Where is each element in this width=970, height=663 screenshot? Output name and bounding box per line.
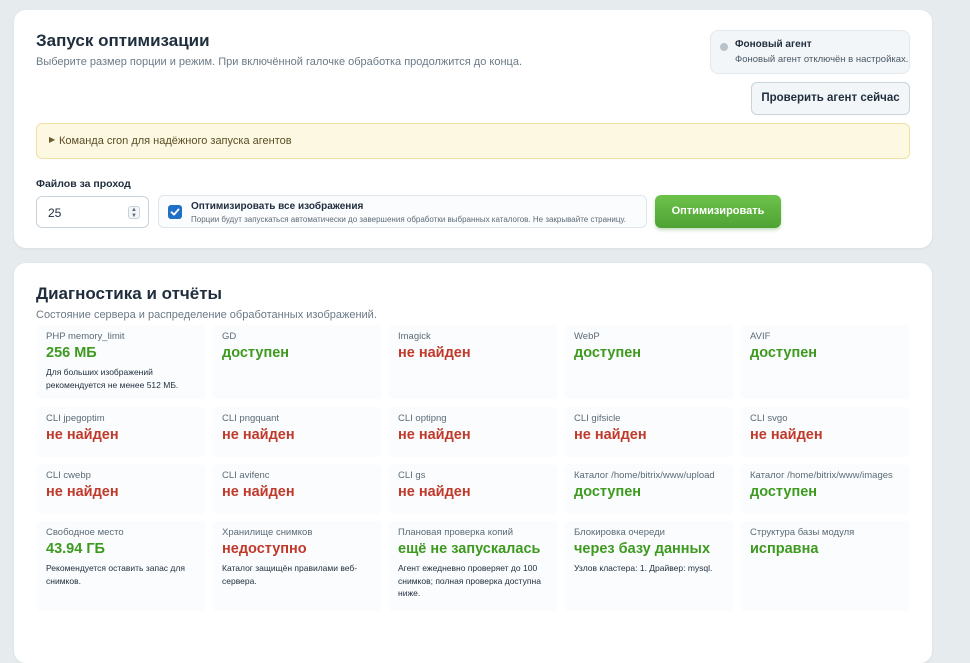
diagnostic-tile: Блокировка очереди через базу данных Узлов… — [564, 521, 734, 611]
number-spinner[interactable]: ▲ ▼ — [128, 206, 140, 219]
diagnostic-value: не найден — [398, 345, 471, 361]
diagnostic-tile: Плановая проверка копий ещё не запускалас… — [388, 521, 558, 611]
diagnostic-tile: PHP memory_limit 256 МБ Для больших изобра… — [36, 325, 206, 399]
diagnostic-value: не найден — [222, 427, 295, 443]
optimize-all-checkbox[interactable] — [168, 205, 182, 219]
diagnostic-tile: CLI avifenc не найден — [212, 464, 382, 514]
optimization-title: Запуск оптимизации — [36, 31, 210, 50]
disclosure-triangle-icon: ▶ — [49, 135, 56, 144]
diagnostics-panel: Диагностика и отчёты Состояние сервера и… — [14, 263, 932, 663]
diagnostic-tile: Свободное место 43.94 ГБ Рекомендуется ост… — [36, 521, 206, 611]
diagnostic-tile: CLI jpegoptim не найден — [36, 407, 206, 457]
diagnostics-title: Диагностика и отчёты — [36, 284, 223, 303]
diagnostic-note: Для больших изображений рекомендуется не… — [46, 367, 179, 390]
diagnostic-note: Агент ежедневно проверяет до 100 снимков… — [398, 563, 541, 598]
diagnostic-tile: CLI gs не найден — [388, 464, 558, 514]
diagnostic-label: WebP — [574, 331, 600, 342]
diagnostic-value: через базу данных — [574, 541, 711, 557]
diagnostic-value: 43.94 ГБ — [46, 541, 105, 557]
diagnostic-value: доступен — [574, 484, 642, 500]
diagnostic-tile: CLI gifsicle не найден — [564, 407, 734, 457]
optimization-panel: Запуск оптимизации Выберите размер порци… — [14, 10, 932, 248]
diagnostic-tile: Каталог /home/bitrix/www/images доступен — [740, 464, 910, 514]
diagnostic-tile: Структура базы модуля исправна — [740, 521, 910, 611]
diagnostic-value: не найден — [222, 484, 295, 500]
agent-status-title: Фоновый агент — [735, 39, 812, 50]
diagnostic-value: не найден — [398, 427, 471, 443]
diagnostic-value: 256 МБ — [46, 345, 97, 361]
cron-command-disclosure[interactable]: ▶ Команда cron для надёжного запуска аге… — [36, 123, 910, 159]
diagnostic-label: CLI gifsicle — [574, 413, 621, 424]
files-per-pass-input[interactable]: 25 ▲ ▼ — [36, 196, 149, 228]
diagnostic-label: Каталог /home/bitrix/www/upload — [574, 470, 715, 481]
diagnostics-subtitle: Состояние сервера и распределение обрабо… — [36, 309, 377, 321]
diagnostic-value: доступен — [750, 345, 818, 361]
diagnostic-tile: WebP доступен — [564, 325, 734, 399]
diagnostic-label: GD — [222, 331, 237, 342]
diagnostic-value: не найден — [574, 427, 647, 443]
diagnostic-tile: GD доступен — [212, 325, 382, 399]
diagnostic-value: не найден — [750, 427, 823, 443]
check-agent-button[interactable]: Проверить агент сейчас — [751, 82, 910, 115]
diagnostic-label: PHP memory_limit — [46, 331, 125, 342]
diagnostic-note: Узлов кластера: 1. Драйвер: mysql. — [574, 563, 713, 573]
diagnostic-tile: Imagick не найден — [388, 325, 558, 399]
diagnostic-label: Блокировка очереди — [574, 527, 665, 538]
files-per-pass-value: 25 — [48, 206, 62, 220]
diagnostic-value: не найден — [46, 427, 119, 443]
diagnostic-value: не найден — [46, 484, 119, 500]
optimization-subtitle: Выберите размер порции и режим. При вклю… — [36, 56, 523, 68]
optimize-all-description: Порции будут запускаться автоматически д… — [191, 215, 626, 224]
diagnostic-value: ещё не запускалась — [398, 541, 541, 557]
diagnostic-value: исправна — [750, 541, 819, 557]
agent-status-text: Фоновый агент отключён в настройках. — [735, 54, 909, 65]
diagnostic-value: доступен — [750, 484, 818, 500]
optimize-all-option[interactable]: Оптимизировать все изображения Порции бу… — [158, 195, 647, 228]
agent-status-dot-icon — [720, 43, 728, 51]
diagnostic-tile: CLI svgo не найден — [740, 407, 910, 457]
diagnostic-label: CLI gs — [398, 470, 426, 481]
diagnostic-label: AVIF — [750, 331, 771, 342]
diagnostic-label: Плановая проверка копий — [398, 527, 514, 538]
diagnostic-label: CLI pngquant — [222, 413, 280, 424]
diagnostic-note: Каталог защищён правилами веб-сервера. — [222, 563, 358, 586]
cron-command-label: Команда cron для надёжного запуска агент… — [59, 135, 292, 147]
diagnostic-label: Imagick — [398, 331, 431, 342]
diagnostic-label: Свободное место — [46, 527, 124, 538]
diagnostic-label: Каталог /home/bitrix/www/images — [750, 470, 893, 481]
spinner-down-icon[interactable]: ▼ — [131, 213, 137, 219]
diagnostic-label: Структура базы модуля — [750, 527, 855, 538]
optimize-button[interactable]: Оптимизировать — [655, 195, 781, 228]
diagnostic-tile: Каталог /home/bitrix/www/upload доступен — [564, 464, 734, 514]
diagnostic-tile: Хранилище снимков недоступно Каталог защищ… — [212, 521, 382, 611]
diagnostic-label: Хранилище снимков — [222, 527, 313, 538]
agent-status-box: Фоновый агент Фоновый агент отключён в н… — [710, 30, 910, 74]
diagnostic-value: не найден — [398, 484, 471, 500]
diagnostic-label: CLI optipng — [398, 413, 447, 424]
diagnostic-tile: CLI pngquant не найден — [212, 407, 382, 457]
optimize-all-title: Оптимизировать все изображения — [191, 201, 364, 212]
diagnostic-label: CLI avifenc — [222, 470, 270, 481]
diagnostic-label: CLI svgo — [750, 413, 788, 424]
diagnostic-tile: CLI optipng не найден — [388, 407, 558, 457]
checkmark-icon — [170, 208, 180, 216]
diagnostic-label: CLI cwebp — [46, 470, 91, 481]
diagnostic-label: CLI jpegoptim — [46, 413, 105, 424]
diagnostic-value: недоступно — [222, 541, 307, 557]
diagnostic-note: Рекомендуется оставить запас для снимков… — [46, 563, 185, 586]
files-per-pass-label: Файлов за проход — [36, 178, 131, 190]
diagnostic-value: доступен — [574, 345, 642, 361]
diagnostic-value: доступен — [222, 345, 290, 361]
diagnostic-tile: AVIF доступен — [740, 325, 910, 399]
diagnostic-tile: CLI cwebp не найден — [36, 464, 206, 514]
